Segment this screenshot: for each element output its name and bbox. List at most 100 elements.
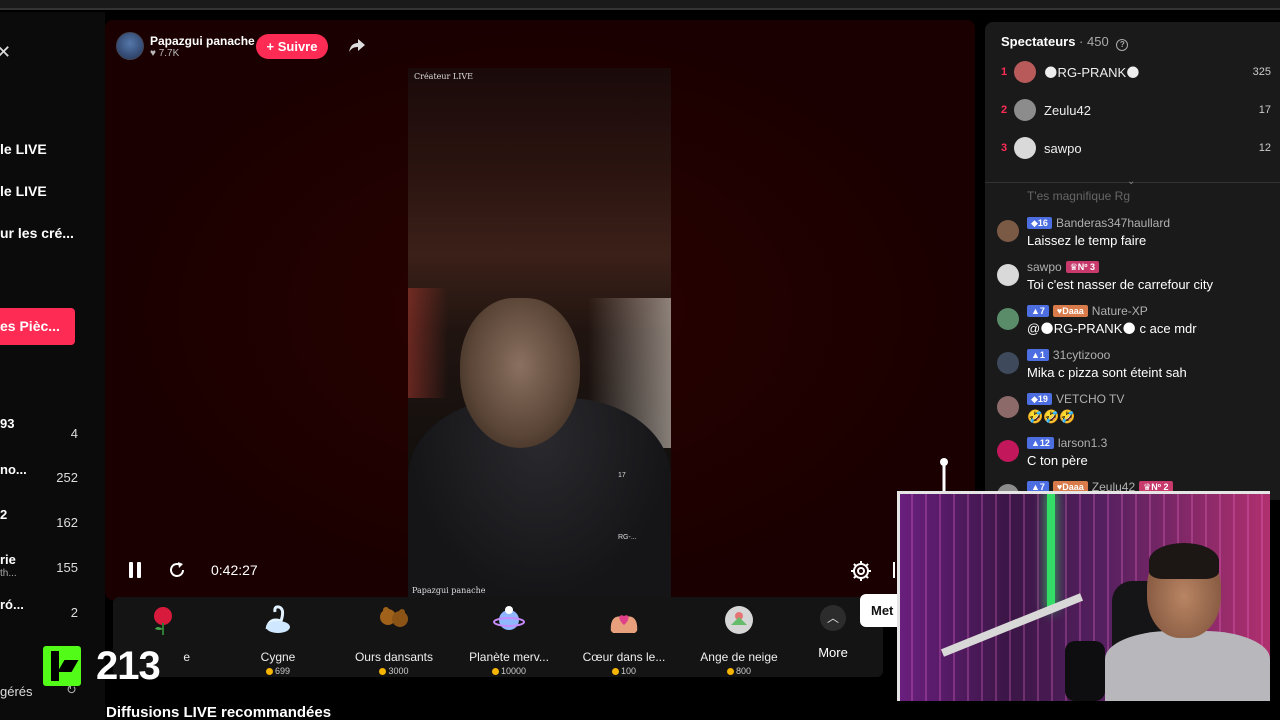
send-chip[interactable]: Met bbox=[860, 594, 900, 627]
chat-username[interactable]: sawpo bbox=[1027, 260, 1062, 274]
gift-item[interactable]: Cygne 699 bbox=[223, 603, 333, 676]
level-badge: ▲12 bbox=[1027, 437, 1054, 449]
gift-item[interactable]: Ange de neige 800 bbox=[684, 603, 794, 676]
gift-price: 10000 bbox=[500, 666, 527, 676]
viewer-name: Zeulu42 bbox=[1044, 103, 1091, 118]
coin-icon bbox=[611, 668, 619, 676]
heart-icon: ♥ bbox=[150, 47, 159, 59]
gift-item[interactable]: Ours dansants 3000 bbox=[339, 603, 449, 676]
sidebar-link-1[interactable]: le LIVE bbox=[0, 141, 47, 157]
ranking-value: 155 bbox=[56, 560, 78, 575]
chat-avatar[interactable] bbox=[997, 352, 1019, 374]
chat-username[interactable]: larson1.3 bbox=[1058, 436, 1107, 450]
heart-hands-icon bbox=[610, 615, 638, 633]
webcam-border bbox=[897, 491, 1270, 701]
sidebar-link-2[interactable]: le LIVE bbox=[0, 183, 47, 199]
chat-avatar[interactable] bbox=[997, 264, 1019, 286]
chat-avatar[interactable] bbox=[997, 440, 1019, 462]
pause-icon[interactable] bbox=[128, 562, 142, 578]
ranking-name: ró... bbox=[0, 597, 24, 612]
video-tag-name: RG-... bbox=[618, 534, 637, 541]
level-badge: ◆19 bbox=[1027, 393, 1052, 405]
sidebar-footer-label[interactable]: gérés bbox=[0, 684, 33, 699]
chat-username[interactable]: Banderas347haullard bbox=[1056, 216, 1170, 230]
chat-avatar[interactable] bbox=[997, 220, 1019, 242]
help-icon[interactable]: ? bbox=[1116, 39, 1129, 51]
gifts-bar: e Cygne 699 Ours dansants 3000 Planète m… bbox=[113, 597, 883, 677]
top-viewer-row[interactable]: 2 Zeulu42 17 bbox=[985, 96, 1280, 126]
spectators-title: Spectateurs bbox=[1001, 34, 1076, 49]
coin-icon bbox=[265, 668, 273, 676]
video-caption-bottom: Papazgui panache bbox=[412, 586, 486, 595]
level-badge: ◆16 bbox=[1027, 217, 1052, 229]
rose-icon bbox=[154, 607, 172, 635]
coin-icon bbox=[726, 668, 734, 676]
level-badge: ▲1 bbox=[1027, 349, 1049, 361]
gift-name: Cœur dans le... bbox=[582, 650, 666, 664]
sidebar-ranking-row[interactable]: no... 252 bbox=[0, 462, 90, 492]
ranking-value: 2 bbox=[70, 605, 78, 620]
live-video[interactable]: Créateur LIVE 17 RG-... Papazgui panache bbox=[408, 68, 671, 598]
follow-button[interactable]: + Suivre bbox=[256, 34, 328, 59]
ranking-name: no... bbox=[0, 462, 27, 477]
streamer-webcam bbox=[897, 491, 1270, 701]
replay-icon[interactable] bbox=[167, 560, 187, 580]
chat-avatar[interactable] bbox=[997, 308, 1019, 330]
spectators-count: · 450 bbox=[1079, 34, 1109, 49]
gift-name: Ange de neige bbox=[700, 650, 778, 664]
viewer-avatar bbox=[1014, 99, 1036, 121]
ranking-value: 162 bbox=[56, 515, 78, 530]
viewer-score: 12 bbox=[1258, 142, 1271, 154]
fan-badge: ♥Daaa bbox=[1052, 305, 1088, 317]
top-viewer-row[interactable]: 3 sawpo 12 bbox=[985, 134, 1280, 164]
close-icon[interactable]: ✕ bbox=[0, 42, 11, 63]
sidebar-ranking-row[interactable]: 93 4 bbox=[0, 416, 90, 446]
chat-ghost-message: T'es magnifique Rg bbox=[1027, 189, 1131, 203]
gift-name: Planète merv... bbox=[469, 650, 549, 664]
settings-icon[interactable] bbox=[850, 560, 872, 582]
kick-logo bbox=[43, 646, 81, 686]
chat-text: Laissez le temp faire bbox=[1027, 233, 1147, 248]
browser-top-strip bbox=[0, 0, 1280, 10]
kick-viewer-count: 213 bbox=[96, 644, 161, 688]
chat-username[interactable]: 31cytizooo bbox=[1053, 348, 1110, 362]
swan-icon bbox=[265, 605, 290, 633]
chat-username[interactable]: Nature-XP bbox=[1092, 304, 1148, 318]
chevron-down-icon[interactable]: ⌄ bbox=[1127, 176, 1135, 187]
level-badge: ▲7 bbox=[1027, 305, 1049, 317]
coin-icon bbox=[379, 668, 387, 676]
recommended-title: Diffusions LIVE recommandées bbox=[106, 704, 332, 720]
sidebar-ranking-row[interactable]: rie th... 155 bbox=[0, 552, 90, 582]
viewer-rank: 3 bbox=[1001, 142, 1008, 154]
more-gifts-button[interactable]: ︿ More bbox=[813, 605, 853, 660]
host-info[interactable]: Papazgui panache ♥ 7.7K bbox=[116, 32, 255, 60]
dancing-bears-icon bbox=[380, 607, 408, 627]
live-player[interactable]: Papazgui panache ♥ 7.7K + Suivre Créateu… bbox=[105, 20, 975, 600]
spectators-header: Spectateurs · 450 ? bbox=[1001, 34, 1129, 51]
chat-username[interactable]: VETCHO TV bbox=[1056, 392, 1124, 406]
chevron-up-icon: ︿ bbox=[820, 605, 846, 631]
ranking-name: rie bbox=[0, 552, 16, 567]
viewer-avatar bbox=[1014, 137, 1036, 159]
share-icon[interactable] bbox=[348, 36, 366, 54]
sidebar-ranking-row[interactable]: 2 162 bbox=[0, 507, 90, 537]
video-caption-top: Créateur LIVE bbox=[414, 72, 474, 81]
coins-button[interactable]: es Pièc... bbox=[0, 308, 75, 345]
gift-price: 699 bbox=[274, 666, 291, 676]
sidebar-ranking-row[interactable]: ró... 2 bbox=[0, 597, 90, 627]
gift-name: Cygne bbox=[260, 650, 296, 664]
host-avatar[interactable] bbox=[116, 32, 144, 60]
gift-item[interactable]: Cœur dans le... 100 bbox=[569, 603, 679, 676]
sidebar-link-3[interactable]: ur les cré... bbox=[0, 225, 74, 241]
top-viewer-row[interactable]: 1 🌑RG-PRANK🌑 325 bbox=[985, 58, 1280, 88]
host-likes: 7.7K bbox=[158, 47, 180, 59]
chat-avatar[interactable] bbox=[997, 396, 1019, 418]
left-sidebar: ✕ le LIVE le LIVE ur les cré... es Pièc.… bbox=[0, 12, 105, 720]
rank-badge: ♛Nº 3 bbox=[1065, 261, 1100, 273]
host-name[interactable]: Papazgui panache bbox=[150, 34, 255, 48]
gift-item[interactable]: Planète merv... 10000 bbox=[454, 603, 564, 676]
ranking-name: 2 bbox=[0, 507, 8, 522]
volume-slider[interactable] bbox=[940, 458, 948, 492]
chat-panel: Spectateurs · 450 ? 1 🌑RG-PRANK🌑 325 2 Z… bbox=[985, 22, 1280, 500]
video-person-face bbox=[460, 298, 580, 448]
